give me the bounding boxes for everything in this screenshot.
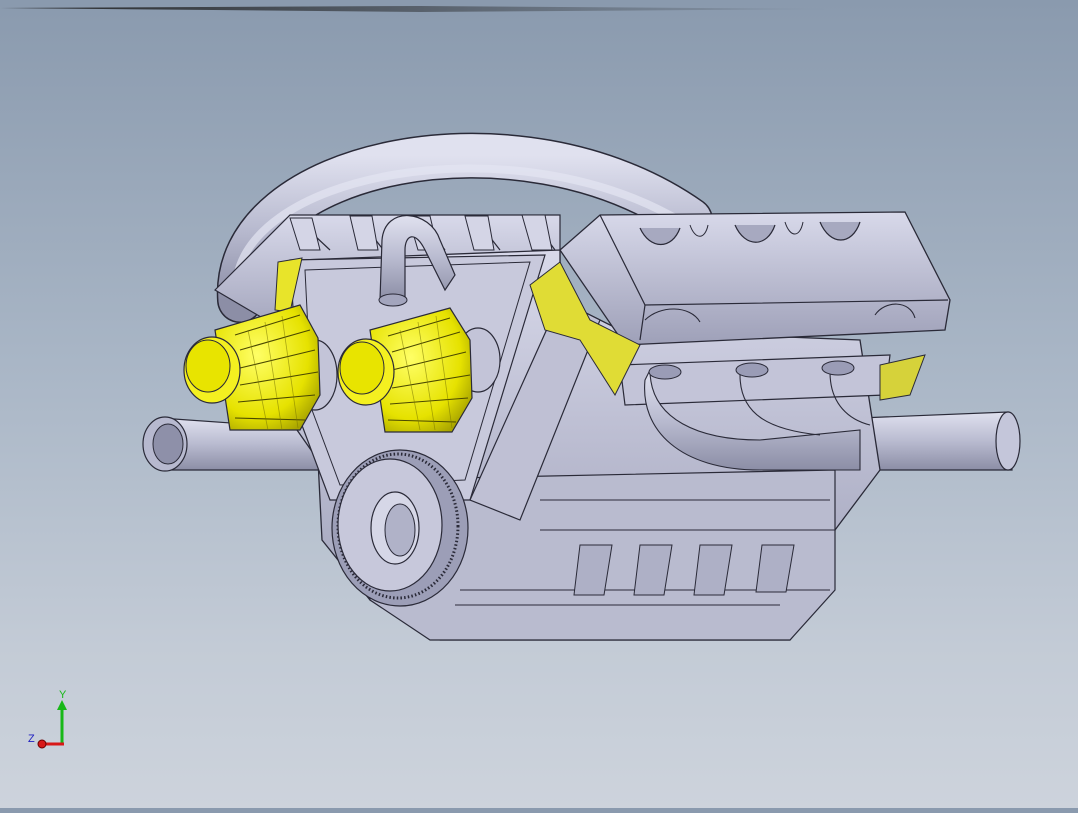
- graphics-viewport[interactable]: Y Z: [0, 0, 1078, 808]
- z-axis-label: Z: [28, 733, 35, 745]
- coordinate-triad: Y Z: [24, 686, 74, 750]
- engine-model[interactable]: [0, 0, 1078, 808]
- top-edge-line: [0, 6, 840, 12]
- air-filter-left: [183, 304, 321, 431]
- right-exhaust-pipe: [859, 411, 1021, 471]
- z-axis-origin: [37, 739, 47, 749]
- crank-pulley: [331, 449, 469, 607]
- right-cylinder-head: [559, 211, 951, 346]
- y-axis-label: Y: [59, 689, 67, 701]
